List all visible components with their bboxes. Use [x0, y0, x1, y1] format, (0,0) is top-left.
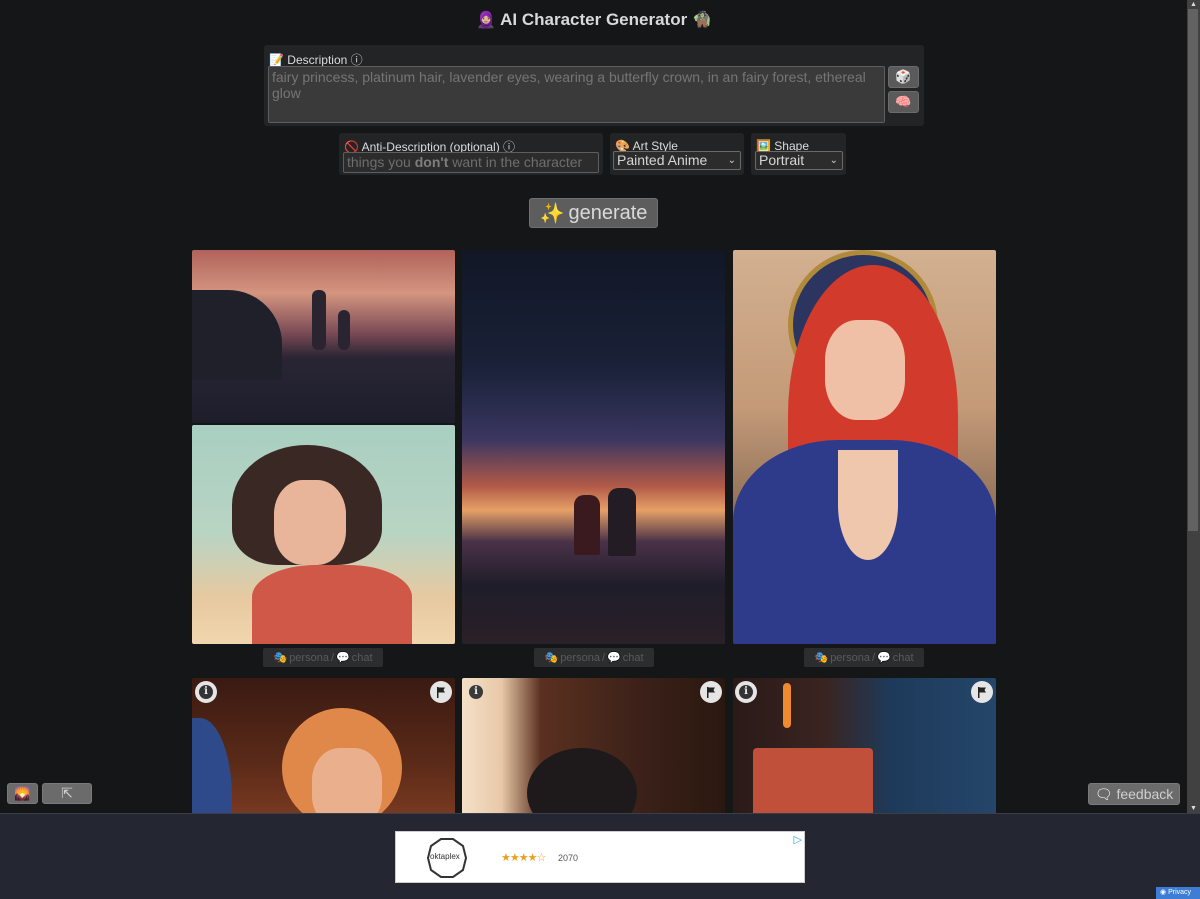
generated-image[interactable] [192, 425, 455, 644]
description-input[interactable] [268, 66, 885, 123]
speech-bubble-icon: 🗨 [1094, 785, 1113, 802]
gallery-button[interactable]: 🌄 [7, 783, 38, 804]
anti-description-panel: 🚫 Anti-Description (optional) ⓘ things y… [339, 133, 603, 175]
description-panel: 📝 Description ⓘ 🎲 🧠 [264, 45, 924, 126]
persona-icon: 🎭 [814, 652, 829, 664]
face-shape [274, 480, 346, 565]
sunrise-icon: 🌄 [14, 785, 31, 801]
page-title: 🧕🏼 AI Character Generator 🧌 [0, 10, 1188, 30]
scrollbar[interactable]: ▲ ▼ [1187, 0, 1200, 813]
ad-area: oktaplex ★★★★☆ 2070 ▷ ◉ Privacy [0, 813, 1200, 899]
info-icon: i [469, 685, 483, 699]
troll-emoji-icon: 🧌 [691, 12, 712, 29]
info-button[interactable]: i [465, 681, 487, 703]
ai-suggest-button[interactable]: 🧠 [888, 91, 919, 113]
hill-silhouette [192, 290, 282, 380]
collapse-button[interactable]: ⇱ [42, 783, 92, 804]
persona-chat-button[interactable]: 🎭 persona / 💬 chat [804, 648, 924, 667]
character-emoji-icon: 🧕🏼 [476, 12, 497, 29]
feedback-button[interactable]: 🗨 feedback [1088, 783, 1180, 805]
scroll-up-icon[interactable]: ▲ [1187, 0, 1200, 9]
brain-icon: 🧠 [895, 94, 912, 109]
hair-shape [527, 748, 637, 813]
persona-chat-button[interactable]: 🎭 persona / 💬 chat [263, 648, 383, 667]
generated-image[interactable] [462, 250, 725, 644]
info-icon[interactable]: ⓘ [351, 53, 363, 67]
rating-stars: ★★★★☆ [501, 851, 547, 864]
flag-icon [707, 687, 715, 698]
star-empty-icon: ☆ [536, 852, 547, 864]
face-shape [825, 320, 905, 420]
art-style-select[interactable]: Painted Anime ⌄ [613, 151, 741, 170]
figure-silhouette [312, 290, 326, 350]
generated-image[interactable] [192, 250, 455, 423]
generate-button[interactable]: ✨ generate [529, 198, 658, 228]
scrollbar-thumb[interactable] [1188, 9, 1198, 531]
info-icon: i [199, 685, 213, 699]
chevron-down-icon: ⌄ [829, 155, 838, 166]
memo-icon: 📝 [269, 53, 284, 67]
generated-image[interactable] [462, 678, 725, 813]
privacy-icon: ◉ [1160, 889, 1167, 896]
scroll-down-icon[interactable]: ▼ [1187, 804, 1200, 813]
info-button[interactable]: i [735, 681, 757, 703]
chat-icon: 💬 [607, 652, 621, 664]
chat-icon: 💬 [336, 652, 350, 664]
adchoices-icon[interactable]: ▷ [794, 833, 802, 846]
random-description-button[interactable]: 🎲 [888, 66, 919, 88]
ad-brand: oktaplex [430, 852, 460, 861]
fan-shape [192, 718, 232, 813]
shape-select[interactable]: Portrait ⌄ [755, 151, 843, 170]
persona-icon: 🎭 [544, 652, 559, 664]
chat-icon: 💬 [877, 652, 891, 664]
generated-image[interactable] [192, 678, 455, 813]
flag-icon [437, 687, 445, 698]
info-icon: i [739, 685, 753, 699]
ad-banner[interactable]: oktaplex ★★★★☆ 2070 ▷ [395, 831, 805, 883]
info-button[interactable]: i [195, 681, 217, 703]
neck-shape [838, 450, 898, 560]
persona-icon: 🎭 [273, 652, 288, 664]
page-viewport: 🧕🏼 AI Character Generator 🧌 📝 Descriptio… [0, 0, 1200, 813]
figure-silhouette [608, 488, 636, 556]
report-button[interactable] [971, 681, 993, 703]
lamp-shape [753, 748, 873, 813]
persona-chat-button[interactable]: 🎭 persona / 💬 chat [534, 648, 654, 667]
page-title-text: AI Character Generator [500, 10, 688, 29]
star-filled-icon: ★ [518, 852, 529, 864]
review-count: 2070 [558, 853, 579, 863]
report-button[interactable] [430, 681, 452, 703]
chevron-down-icon: ⌄ [727, 155, 736, 166]
sparkles-icon: ✨ [539, 202, 565, 225]
report-button[interactable] [700, 681, 722, 703]
generated-image[interactable] [733, 250, 996, 644]
face-shape [312, 748, 382, 813]
star-filled-icon: ★ [501, 852, 511, 864]
art-style-panel: 🎨 Art Style Painted Anime ⌄ [610, 133, 744, 175]
star-filled-icon: ★ [509, 852, 520, 864]
flame-shape [783, 683, 791, 728]
generated-image[interactable] [733, 678, 996, 813]
figure-silhouette [338, 310, 350, 350]
anti-description-input[interactable]: things you don't want in the character [343, 152, 599, 173]
flag-icon [978, 687, 986, 698]
arrow-up-left-icon: ⇱ [61, 785, 73, 801]
dice-icon: 🎲 [895, 69, 912, 84]
privacy-button[interactable]: ◉ Privacy [1156, 887, 1200, 899]
shirt-shape [252, 565, 412, 644]
figure-silhouette [574, 495, 600, 555]
shape-panel: 🖼️ Shape Portrait ⌄ [751, 133, 846, 175]
star-filled-icon: ★ [527, 852, 538, 864]
